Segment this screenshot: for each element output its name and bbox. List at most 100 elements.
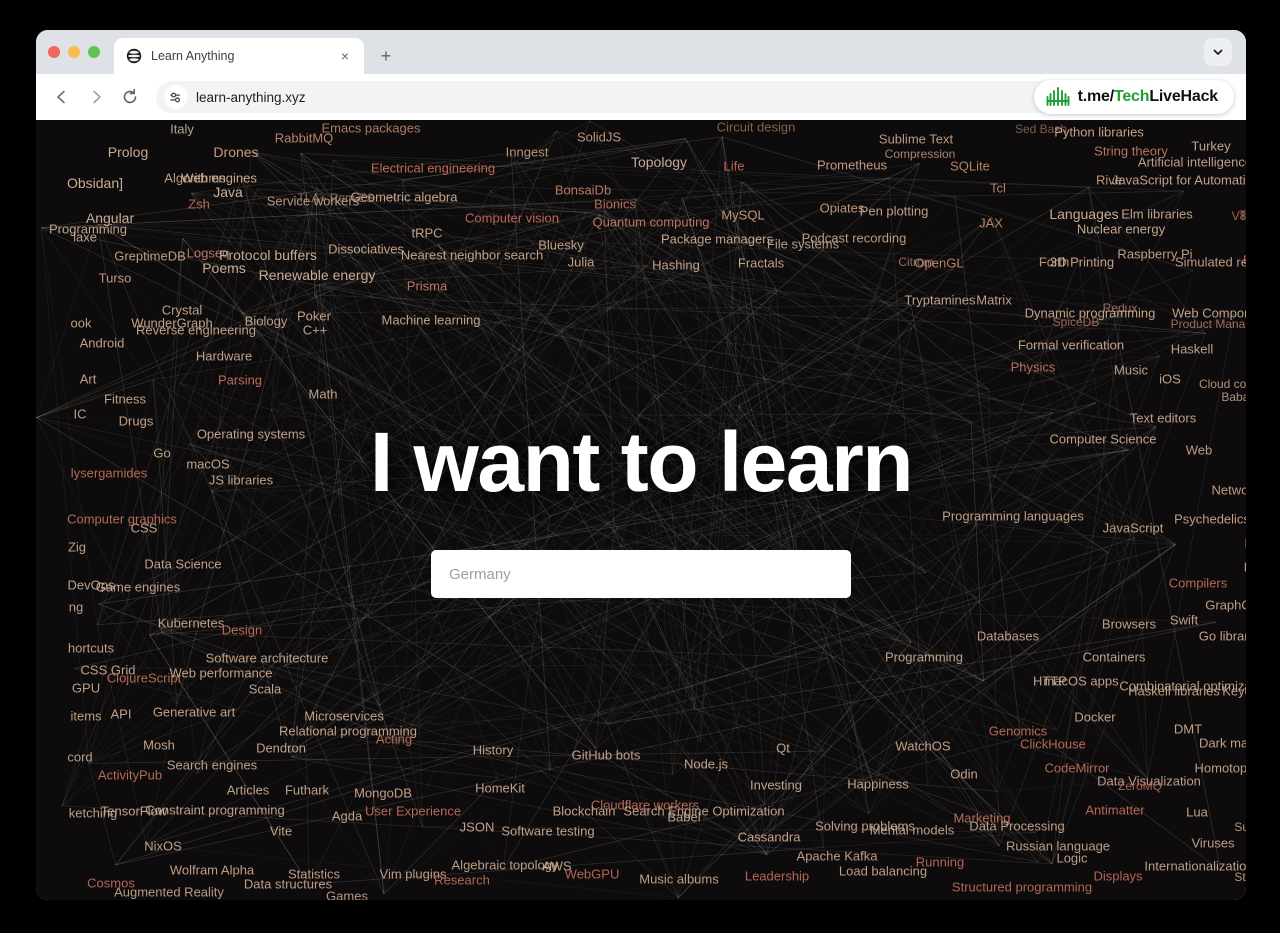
topic-label[interactable]: Odin [950,767,977,782]
topic-label[interactable]: iOS [1159,372,1181,387]
topic-label[interactable]: GreptimeDB [114,249,186,264]
topic-label[interactable]: Turkey [1191,139,1230,154]
topic-label[interactable]: ClickHouse [1020,737,1086,752]
topic-label[interactable]: Node.js [684,757,728,772]
topic-label[interactable]: ook [71,316,92,331]
topic-label[interactable]: Software testing [501,824,594,839]
topic-label[interactable]: Italy [170,122,194,137]
topic-label[interactable]: Augmented Reality [114,885,224,900]
topic-label[interactable]: Research [434,873,490,888]
maximize-window-button[interactable] [88,46,100,58]
browser-tab[interactable]: Learn Anything × [114,38,364,74]
topic-label[interactable]: Search engines [167,758,257,773]
topic-label[interactable]: JSON [460,820,495,835]
topic-label[interactable]: Sublime Text [879,132,953,147]
topic-label[interactable]: WatchOS [895,739,950,754]
topic-label[interactable]: Mosh [143,738,175,753]
topic-label[interactable]: Tcl [990,181,1006,196]
topic-label[interactable]: Product Management [1171,317,1246,331]
close-icon[interactable]: × [336,47,354,65]
topic-label[interactable]: NixOS [144,839,182,854]
topic-label[interactable]: Package managers [661,232,773,247]
topic-label[interactable]: MongoDB [354,786,412,801]
topic-label[interactable]: cord [67,750,92,765]
topic-label[interactable]: Agda [332,809,362,824]
topic-label[interactable]: Fitness [104,392,146,407]
search-input[interactable] [431,550,851,598]
chevron-down-icon[interactable] [1204,38,1232,66]
topic-label[interactable]: Opiates [820,201,865,216]
topic-label[interactable]: Emacs packages [322,121,421,136]
topic-label[interactable]: hortcuts [68,641,114,656]
topic-label[interactable]: Go libraries [1199,629,1246,644]
topic-label[interactable]: Elm libraries [1121,207,1193,222]
topic-label[interactable]: Drones [213,144,258,160]
topic-label[interactable]: Qt [776,741,790,756]
topic-label[interactable]: items [70,709,101,724]
topic-label[interactable]: Math [309,387,338,402]
topic-label[interactable]: OpenGL [914,256,963,271]
topic-label[interactable]: SurrealDB [1234,820,1246,834]
topic-label[interactable]: Games [326,889,368,901]
reload-icon[interactable] [114,81,146,113]
minimize-window-button[interactable] [68,46,80,58]
topic-label[interactable]: Art [80,372,97,387]
topic-label[interactable]: Podcast recording [802,231,907,246]
topic-label[interactable]: Tryptamines [904,293,975,308]
topic-label[interactable]: Search Engine Optimization [623,804,784,819]
topic-label[interactable]: WebGPU [565,867,620,882]
topic-label[interactable]: BonsaiDb [555,183,611,198]
topic-label[interactable]: Dark matter [1199,736,1246,751]
topic-label[interactable]: macOS apps [1043,674,1118,689]
topic-label[interactable]: Poems [202,260,246,276]
topic-label[interactable]: Data Processing [969,819,1064,834]
topic-label[interactable]: Browsers [1102,617,1156,632]
topic-label[interactable]: Julia [568,255,595,270]
topic-label[interactable]: Brain C [1243,253,1246,267]
topic-label[interactable]: tRPC [411,226,442,241]
topic-label[interactable]: DMT [1174,722,1202,737]
topic-label[interactable]: Topology [631,154,687,170]
topic-label[interactable]: Music [1114,363,1148,378]
arrow-left-icon[interactable] [46,81,78,113]
topic-label[interactable]: Babel [667,810,700,825]
topic-label[interactable]: Generative art [153,705,235,720]
topic-label[interactable]: Mental models [870,823,955,838]
topic-label[interactable]: laxe [73,230,97,245]
topic-label[interactable]: Apache Kafka [797,849,878,864]
topic-label[interactable]: Cloud computing [1199,377,1246,391]
topic-label[interactable]: Electrical engineering [371,161,495,176]
topic-label[interactable]: Docker [1074,710,1115,725]
topic-label[interactable]: Poker [297,309,331,324]
topic-label[interactable]: Simulated reality [1175,255,1246,270]
topic-label[interactable]: GitHub bots [572,748,641,763]
topic-label[interactable]: Futhark [285,783,329,798]
close-window-button[interactable] [48,46,60,58]
topic-label[interactable]: ng [69,600,83,615]
topic-label[interactable]: Computer vision [465,211,559,226]
topic-label[interactable]: Prolog [108,144,148,160]
topic-label[interactable]: Homotopy theory [1195,761,1247,776]
topic-label[interactable]: Reverse engineering [136,323,256,338]
topic-label[interactable]: MySQL [721,208,764,223]
topic-label[interactable]: Wolfram Alpha [170,863,254,878]
topic-label[interactable]: JAX [979,216,1003,231]
topic-label[interactable]: Stream proc [1234,870,1246,884]
topic-label[interactable]: Machine learning [381,313,480,328]
topic-label[interactable]: Geometric algebra [351,190,458,205]
topic-label[interactable]: Fractals [738,256,784,271]
topic-label[interactable]: Nuclear energy [1077,222,1165,237]
topic-label[interactable]: Web performance [169,666,272,681]
topic-label[interactable]: Prometheus [817,158,887,173]
topic-label[interactable]: Turso [99,271,132,286]
topic-label[interactable]: Containers [1083,650,1146,665]
topic-label[interactable]: API [111,707,132,722]
topic-label[interactable]: Music albums [639,872,718,887]
arrow-right-icon[interactable] [80,81,112,113]
topic-label[interactable]: Babashka [1221,390,1246,404]
topic-label[interactable]: Bluesky [538,238,584,253]
topic-label[interactable]: C++ [303,323,328,338]
topic-label[interactable]: Java [213,184,243,200]
topic-label[interactable]: Swift [1170,613,1198,628]
topic-label[interactable]: User Experience [365,804,461,819]
